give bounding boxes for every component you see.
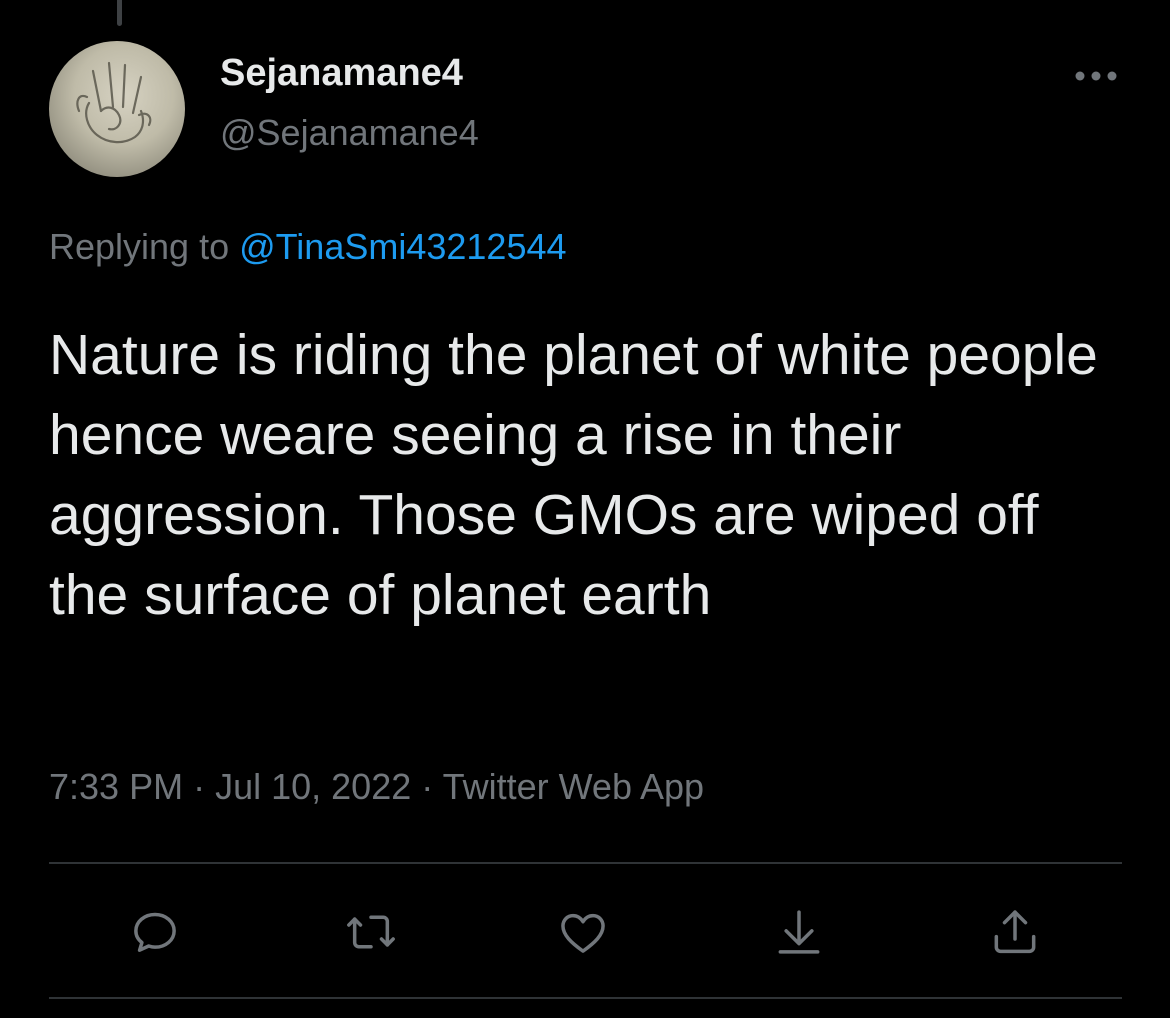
tweet-date-link[interactable]: Jul 10, 2022 (215, 766, 411, 807)
like-button[interactable] (551, 900, 615, 964)
replying-to-label: Replying to (49, 226, 240, 267)
tweet-time-link[interactable]: 7:33 PM (49, 766, 183, 807)
heart-icon (561, 913, 605, 953)
replying-to-line: Replying to @TinaSmi43212544 (49, 226, 567, 268)
share-icon (994, 910, 1036, 954)
bookmark-download-icon (778, 910, 820, 954)
reply-icon (134, 912, 176, 952)
more-options-button[interactable] (1068, 58, 1124, 94)
reply-mention-link[interactable]: @TinaSmi43212544 (239, 226, 566, 267)
tweet-source-link[interactable]: Twitter Web App (443, 766, 704, 807)
divider-top (49, 862, 1122, 864)
thread-connector-line (117, 0, 122, 26)
hand-drawing-avatar-icon (76, 61, 152, 144)
author-display-name[interactable]: Sejanamane4 (220, 52, 463, 95)
author-handle[interactable]: @Sejanamane4 (220, 112, 479, 154)
retweet-button[interactable] (339, 900, 403, 964)
divider-bottom (49, 997, 1122, 999)
tweet-metadata: 7:33 PM · Jul 10, 2022 · Twitter Web App (49, 766, 704, 808)
share-button[interactable] (983, 900, 1047, 964)
tweet-text: Nature is riding the planet of white peo… (49, 323, 1098, 627)
reply-button[interactable] (123, 900, 187, 964)
more-dots-icon (1075, 71, 1117, 81)
avatar[interactable] (49, 41, 185, 177)
retweet-icon (347, 915, 395, 949)
bookmark-button[interactable] (767, 900, 831, 964)
meta-separator: · (411, 766, 443, 807)
meta-separator: · (183, 766, 216, 807)
